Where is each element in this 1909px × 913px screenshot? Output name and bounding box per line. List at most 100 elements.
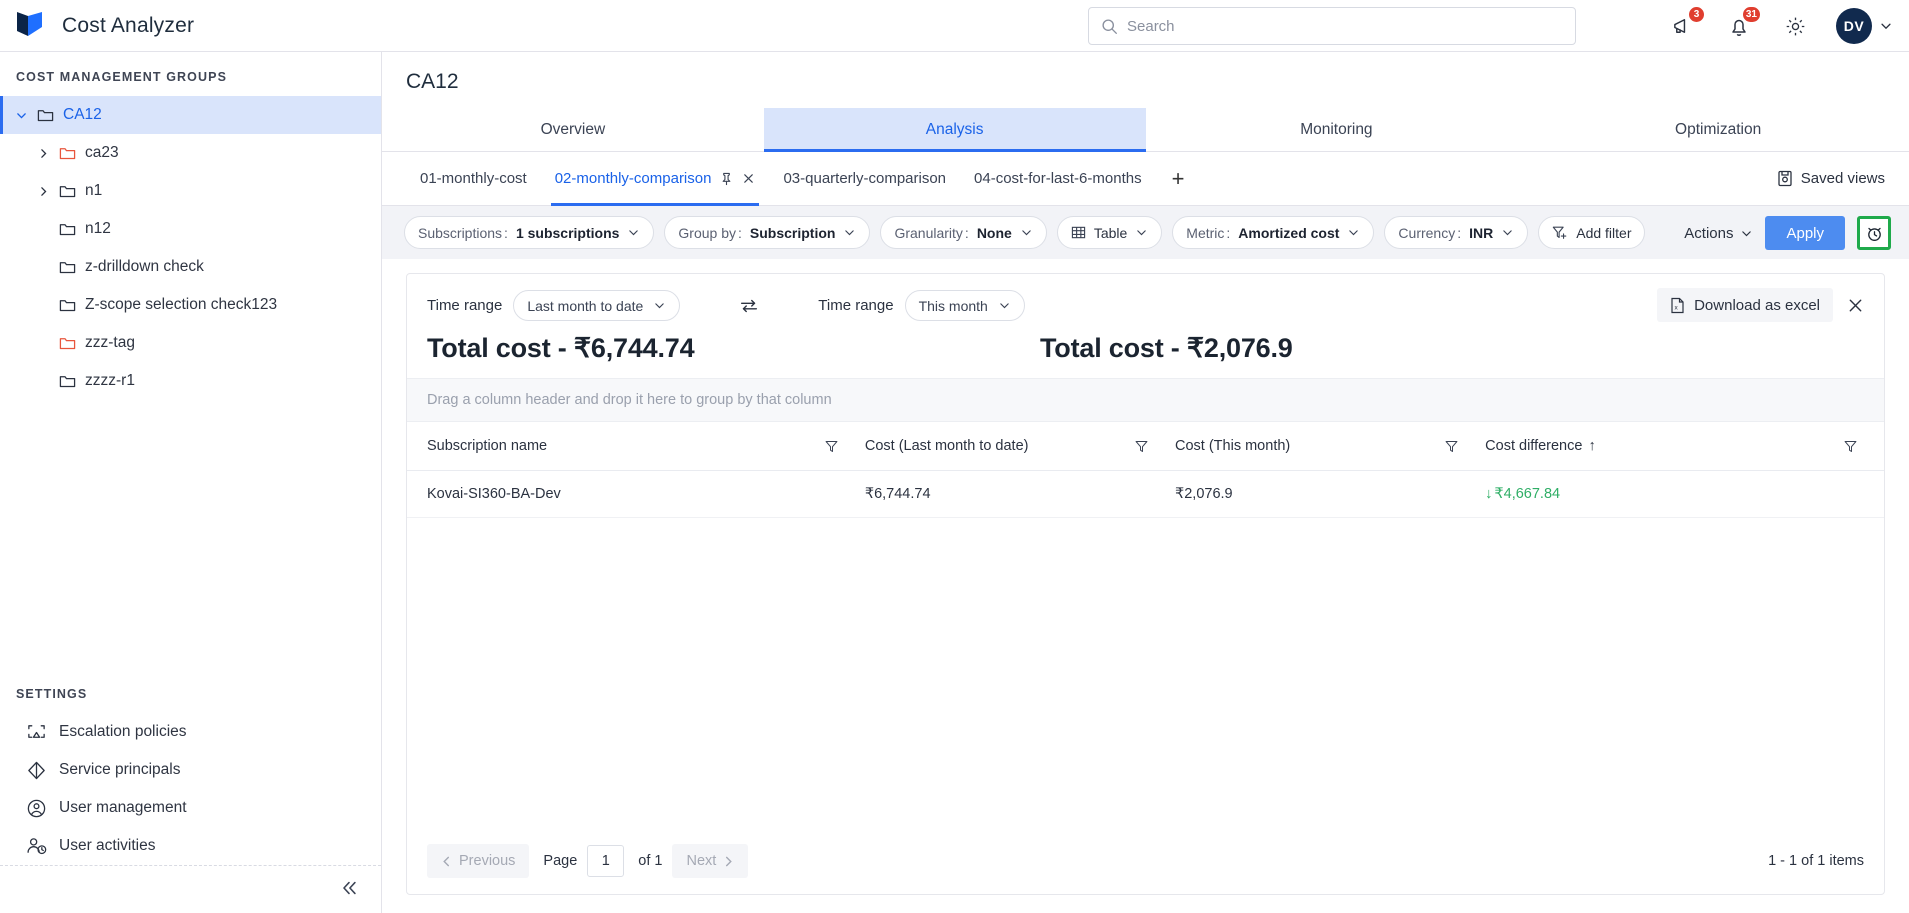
- settings-item-label: Service principals: [59, 761, 181, 778]
- add-filter-label: Add filter: [1576, 224, 1632, 241]
- items-summary: 1 - 1 of 1 items: [1768, 853, 1864, 869]
- filter-pill-name: Currency: [1398, 224, 1456, 241]
- tree-item-label: zzzz-r1: [85, 372, 135, 389]
- filter-pill-name: Metric: [1186, 224, 1225, 241]
- bell-icon[interactable]: 31: [1724, 6, 1761, 41]
- chevron-right-icon[interactable]: [36, 184, 50, 198]
- time-range-left-label: Time range: [427, 297, 503, 314]
- column-header-label: Subscription name: [427, 438, 548, 454]
- tree-item-n1[interactable]: n1: [0, 172, 381, 210]
- time-range-right-dropdown[interactable]: This month: [904, 290, 1025, 321]
- filter-pill-subscriptions[interactable]: Subscriptions:1 subscriptions: [404, 216, 655, 249]
- filter-pill-currency[interactable]: Currency: INR: [1384, 216, 1529, 249]
- cost-difference-value: ₹4,667.84: [1494, 486, 1561, 502]
- tree-item-z-drilldown-check[interactable]: z-drilldown check: [0, 248, 381, 286]
- add-view-tab-button[interactable]: +: [1156, 167, 1201, 190]
- filter-pill-value: INR: [1469, 224, 1494, 241]
- settings-list: Escalation policies Service principals Use…: [0, 713, 381, 865]
- tab-monitoring[interactable]: Monitoring: [1146, 108, 1528, 151]
- settings-item-user-management[interactable]: User management: [0, 789, 381, 827]
- filter-pill-value: 1 subscriptions: [515, 224, 620, 241]
- sidebar-section-title: COST MANAGEMENT GROUPS: [16, 70, 228, 84]
- pin-icon[interactable]: [720, 172, 733, 186]
- column-header-cost-this-month-[interactable]: Cost (This month): [1175, 422, 1486, 471]
- column-header-cost-difference[interactable]: Cost difference ↑: [1485, 422, 1884, 471]
- cell-cost-this-month: ₹2,076.9: [1175, 470, 1486, 518]
- close-icon[interactable]: [1847, 297, 1864, 314]
- download-as-excel-button[interactable]: x Download as excel: [1657, 288, 1833, 322]
- next-page-button[interactable]: Next: [672, 844, 749, 878]
- tree-item-ca12[interactable]: CA12: [0, 96, 381, 134]
- tree-item-zzz-tag[interactable]: zzz-tag: [0, 324, 381, 362]
- view-tab-label: 04-cost-for-last-6-months: [974, 170, 1142, 187]
- table-row[interactable]: Kovai-SI360-BA-Dev ₹6,744.74 ₹2,076.9 ↓ ₹4,6…: [407, 470, 1884, 518]
- filter-icon[interactable]: [1134, 439, 1149, 454]
- column-header-label: Cost difference: [1485, 438, 1583, 454]
- saved-views-label: Saved views: [1800, 170, 1885, 187]
- page-number-input[interactable]: [587, 845, 625, 877]
- filter-icon[interactable]: [1444, 439, 1459, 454]
- total-cost-left: Total cost - ₹6,744.74: [427, 333, 695, 363]
- view-tab-02-monthly-comparison[interactable]: 02-monthly-comparison: [541, 152, 770, 206]
- time-range-left-dropdown[interactable]: Last month to date: [513, 290, 681, 321]
- settings-item-label: User management: [59, 799, 187, 816]
- group-by-drop-hint[interactable]: Drag a column header and drop it here to…: [407, 378, 1884, 422]
- filter-bar: Subscriptions:1 subscriptions Group by: Su…: [382, 206, 1909, 259]
- tab-overview[interactable]: Overview: [382, 108, 764, 151]
- megaphone-icon[interactable]: 3: [1668, 6, 1705, 41]
- filter-pill-separator: :: [504, 224, 508, 241]
- column-header-cost-last-month-to-date-[interactable]: Cost (Last month to date): [864, 422, 1176, 471]
- settings-item-escalation-policies[interactable]: Escalation policies: [0, 713, 381, 751]
- settings-section-title: SETTINGS: [16, 687, 88, 701]
- tab-optimization[interactable]: Optimization: [1527, 108, 1909, 151]
- brand[interactable]: Cost Analyzer: [0, 9, 382, 43]
- chevron-down-icon: [653, 299, 666, 312]
- tree-item-n12[interactable]: n12: [0, 210, 381, 248]
- actions-dropdown[interactable]: Actions: [1684, 225, 1753, 242]
- filter-pill-granularity[interactable]: Granularity: None: [880, 216, 1047, 249]
- sidebar-collapse-button[interactable]: [0, 865, 381, 909]
- search-input[interactable]: [1127, 17, 1563, 35]
- sort-ascending-icon[interactable]: ↑: [1588, 438, 1595, 454]
- chevron-down-icon: [1501, 226, 1514, 239]
- chevron-right-icon[interactable]: [36, 146, 50, 160]
- time-range-right-value: This month: [918, 297, 988, 314]
- filter-icon[interactable]: [1843, 439, 1858, 454]
- apply-button[interactable]: Apply: [1765, 216, 1845, 250]
- tree-item-zzzz-r1[interactable]: zzzz-r1: [0, 362, 381, 400]
- pagination: Previous Page of 1 Next 1 - 1 of 1 items: [407, 832, 1884, 894]
- tree-item-ca23[interactable]: ca23: [0, 134, 381, 172]
- filter-pill-value: Amortized cost: [1238, 224, 1340, 241]
- settings-item-service-principals[interactable]: Service principals: [0, 751, 381, 789]
- view-tab-01-monthly-cost[interactable]: 01-monthly-cost: [406, 152, 541, 206]
- cost-management-tree: CA12 ca23 n1 n12 z-drilldown check Z-scope se…: [0, 96, 381, 408]
- filter-pill-separator: :: [964, 224, 969, 241]
- arrow-down-icon: ↓: [1485, 486, 1493, 502]
- alarm-clock-icon[interactable]: [1857, 216, 1891, 250]
- analysis-content: Time range Last month to date Time range…: [382, 259, 1909, 913]
- time-range-left-value: Last month to date: [527, 297, 644, 314]
- avatar-initials: DV: [1836, 8, 1872, 44]
- view-tab-03-quarterly-comparison[interactable]: 03-quarterly-comparison: [769, 152, 960, 206]
- filter-pill-group-by[interactable]: Group by: Subscription: [664, 216, 871, 249]
- download-as-excel-label: Download as excel: [1694, 296, 1820, 314]
- column-header-subscription-name[interactable]: Subscription name: [407, 422, 865, 471]
- search-box[interactable]: [1088, 7, 1576, 45]
- swap-horizontal-icon[interactable]: [738, 295, 760, 317]
- saved-views-button[interactable]: Saved views: [1777, 170, 1885, 187]
- user-circle-icon: [26, 798, 47, 819]
- view-type-dropdown[interactable]: Table: [1056, 216, 1163, 249]
- close-tab-icon[interactable]: [742, 172, 755, 185]
- filter-icon[interactable]: [824, 439, 839, 454]
- settings-item-user-activities[interactable]: User activities: [0, 827, 381, 865]
- view-tab-04-cost-for-last-6-months[interactable]: 04-cost-for-last-6-months: [960, 152, 1156, 206]
- avatar[interactable]: DV: [1836, 8, 1893, 44]
- add-filter-button[interactable]: Add filter: [1538, 216, 1646, 249]
- gear-icon[interactable]: [1780, 11, 1810, 41]
- previous-page-button[interactable]: Previous: [427, 844, 530, 878]
- chevron-down-icon: [1347, 226, 1360, 239]
- filter-pill-metric[interactable]: Metric: Amortized cost: [1172, 216, 1375, 249]
- tree-item-z-scope-selection-check123[interactable]: Z-scope selection check123: [0, 286, 381, 324]
- chevron-down-icon[interactable]: [14, 108, 28, 122]
- tab-analysis[interactable]: Analysis: [763, 108, 1146, 152]
